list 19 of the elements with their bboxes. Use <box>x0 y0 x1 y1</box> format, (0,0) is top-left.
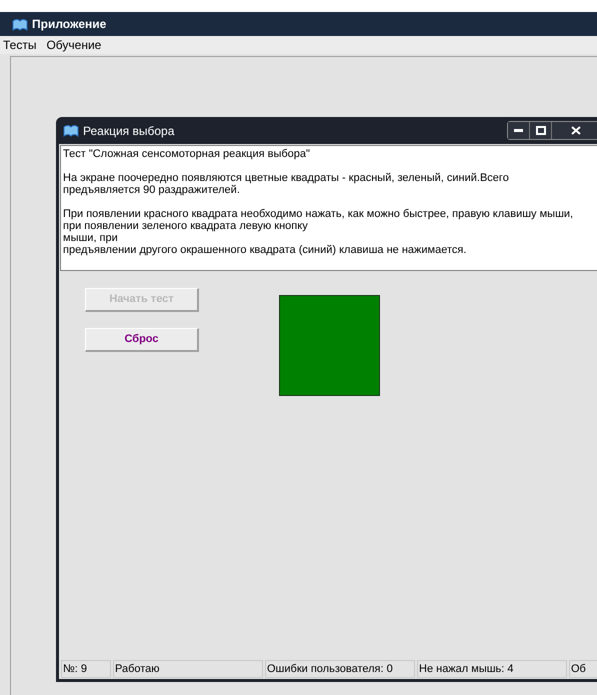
reset-button[interactable]: Сброс <box>85 328 199 352</box>
window-control-button[interactable] <box>530 122 552 139</box>
close-icon <box>570 126 580 135</box>
menu-item[interactable]: Обучение <box>45 36 102 54</box>
menu-item[interactable]: Тесты <box>2 36 38 54</box>
status-panel: Об <box>569 660 597 678</box>
book-icon <box>12 18 28 30</box>
window-title: Реакция выбора <box>83 122 176 140</box>
maximize-icon <box>536 126 546 135</box>
window-control-button[interactable] <box>552 122 597 139</box>
status-panel: Работаю <box>113 660 263 678</box>
minimize-icon <box>514 129 523 132</box>
window-control-button[interactable] <box>508 122 530 139</box>
window-title: Приложение <box>32 16 106 33</box>
status-panel: Ошибки пользователя: 0 <box>265 660 415 678</box>
status-panel: №: 9 <box>61 660 111 678</box>
book-icon <box>63 124 79 137</box>
instructions-text: Тест "Сложная сенсомоторная реакция выбора" На экране поочередно появляются цветные квадраты - красный, зеленый, синий.Всего предъявляется 90 раздражителей. При появлении красного квадрата необходимо нажать, как можно быстрее, правую клавишу мыши, при появлении зеленого квадрата левую кнопку мыши, при предъявлении другого окрашенного квадрата (синий) клавиша не нажимается. <box>60 145 597 271</box>
status-panel: Не нажал мышь: 4 <box>417 660 567 678</box>
